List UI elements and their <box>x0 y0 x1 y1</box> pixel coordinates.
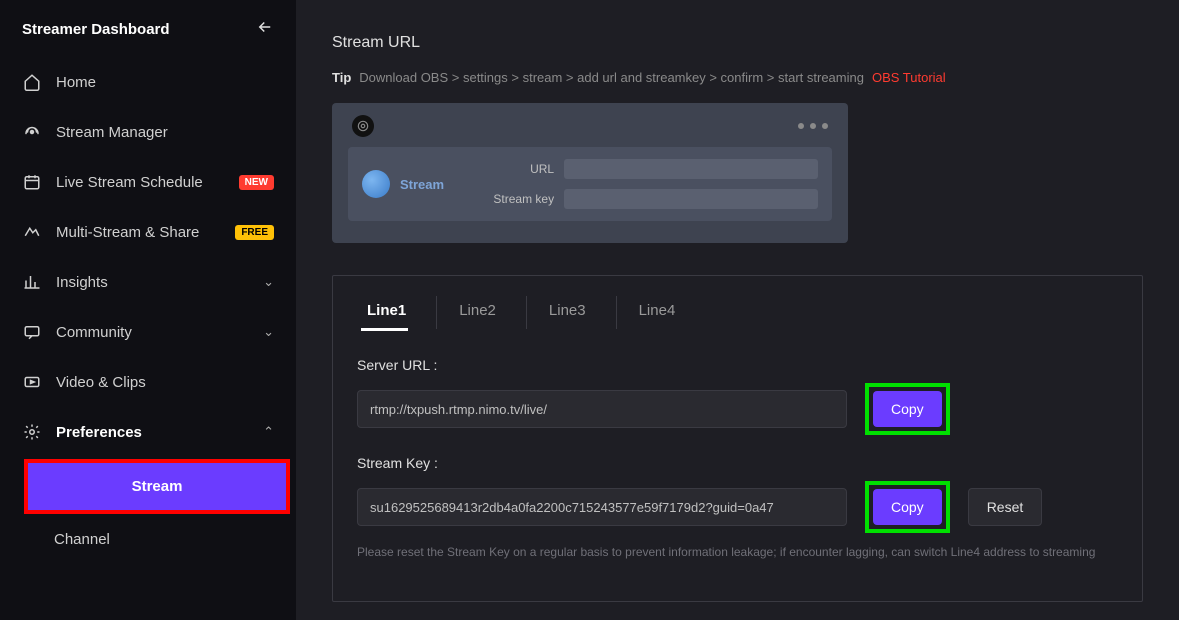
sidebar-item-video-clips[interactable]: Video & Clips <box>0 357 296 407</box>
sidebar-item-label: Stream Manager <box>56 124 274 141</box>
sidebar-item-label: Multi-Stream & Share <box>56 224 235 241</box>
highlight-box: Copy <box>865 481 950 533</box>
obs-url-input <box>564 159 818 179</box>
tab-line1[interactable]: Line1 <box>357 296 437 329</box>
chevron-down-icon: ⌄ <box>263 324 274 340</box>
stream-key-label: Stream Key : <box>357 455 1118 471</box>
server-url-group: Server URL : Copy <box>357 357 1118 435</box>
sidebar-item-home[interactable]: Home <box>0 57 296 107</box>
highlight-box: Copy <box>865 383 950 435</box>
new-badge: NEW <box>239 175 274 190</box>
sidebar-title: Streamer Dashboard <box>22 21 170 38</box>
sidebar-item-preferences[interactable]: Preferences ⌃ <box>0 407 296 457</box>
sidebar-item-label: Live Stream Schedule <box>56 174 239 191</box>
server-url-label: Server URL : <box>357 357 1118 373</box>
obs-url-label: URL <box>484 162 554 176</box>
sidebar-item-label: Insights <box>56 274 263 291</box>
sidebar-item-label: Preferences <box>56 424 263 441</box>
obs-key-input <box>564 189 818 209</box>
sidebar-item-label: Community <box>56 324 263 341</box>
tab-line3[interactable]: Line3 <box>539 296 617 329</box>
tip-text: Download OBS > settings > stream > add u… <box>359 70 864 85</box>
obs-tutorial-link[interactable]: OBS Tutorial <box>872 70 946 85</box>
chevron-down-icon: ⌄ <box>263 274 274 290</box>
copy-stream-key-button[interactable]: Copy <box>873 489 942 525</box>
server-url-input[interactable] <box>357 390 847 428</box>
broadcast-icon <box>22 122 42 142</box>
preferences-submenu: Stream Channel <box>0 459 296 563</box>
sidebar-item-label: Home <box>56 74 274 91</box>
main-content: Stream URL Tip Download OBS > settings >… <box>296 0 1179 620</box>
chat-icon <box>22 322 42 342</box>
sidebar-sub-channel[interactable]: Channel <box>18 516 296 563</box>
obs-preview-image: Stream URL Stream key <box>332 103 848 243</box>
sidebar-item-community[interactable]: Community ⌄ <box>0 307 296 357</box>
window-controls-icon <box>798 123 828 129</box>
sidebar: Streamer Dashboard Home Stream Manager L… <box>0 0 296 620</box>
tip-label: Tip <box>332 70 351 85</box>
calendar-icon <box>22 172 42 192</box>
obs-body: Stream URL Stream key <box>348 147 832 221</box>
sidebar-item-stream-manager[interactable]: Stream Manager <box>0 107 296 157</box>
share-icon <box>22 222 42 242</box>
sidebar-header: Streamer Dashboard <box>0 18 296 57</box>
line-tabs: Line1 Line2 Line3 Line4 <box>357 296 1118 329</box>
video-icon <box>22 372 42 392</box>
sidebar-item-label: Video & Clips <box>56 374 274 391</box>
reset-stream-key-button[interactable]: Reset <box>968 488 1043 526</box>
obs-stream-label: Stream <box>400 177 444 192</box>
collapse-icon[interactable] <box>256 18 274 41</box>
sidebar-sub-stream[interactable]: Stream <box>28 463 286 510</box>
obs-key-label: Stream key <box>484 192 554 206</box>
stream-key-group: Stream Key : Copy Reset Please reset the… <box>357 455 1118 561</box>
obs-titlebar <box>348 115 832 137</box>
highlight-box: Stream <box>24 459 290 514</box>
sidebar-item-multi-stream[interactable]: Multi-Stream & Share FREE <box>0 207 296 257</box>
tab-line2[interactable]: Line2 <box>449 296 527 329</box>
stream-url-panel: Line1 Line2 Line3 Line4 Server URL : Cop… <box>332 275 1143 602</box>
copy-server-url-button[interactable]: Copy <box>873 391 942 427</box>
obs-logo-icon <box>352 115 374 137</box>
gear-icon <box>22 422 42 442</box>
sidebar-item-live-schedule[interactable]: Live Stream Schedule NEW <box>0 157 296 207</box>
chevron-up-icon: ⌃ <box>263 424 274 440</box>
sidebar-item-insights[interactable]: Insights ⌄ <box>0 257 296 307</box>
free-badge: FREE <box>235 225 274 240</box>
page-title: Stream URL <box>332 34 1143 52</box>
stream-key-input[interactable] <box>357 488 847 526</box>
home-icon <box>22 72 42 92</box>
globe-icon <box>362 170 390 198</box>
chart-icon <box>22 272 42 292</box>
help-text: Please reset the Stream Key on a regular… <box>357 543 1118 561</box>
tab-line4[interactable]: Line4 <box>629 296 706 329</box>
tip-row: Tip Download OBS > settings > stream > a… <box>332 70 1143 85</box>
